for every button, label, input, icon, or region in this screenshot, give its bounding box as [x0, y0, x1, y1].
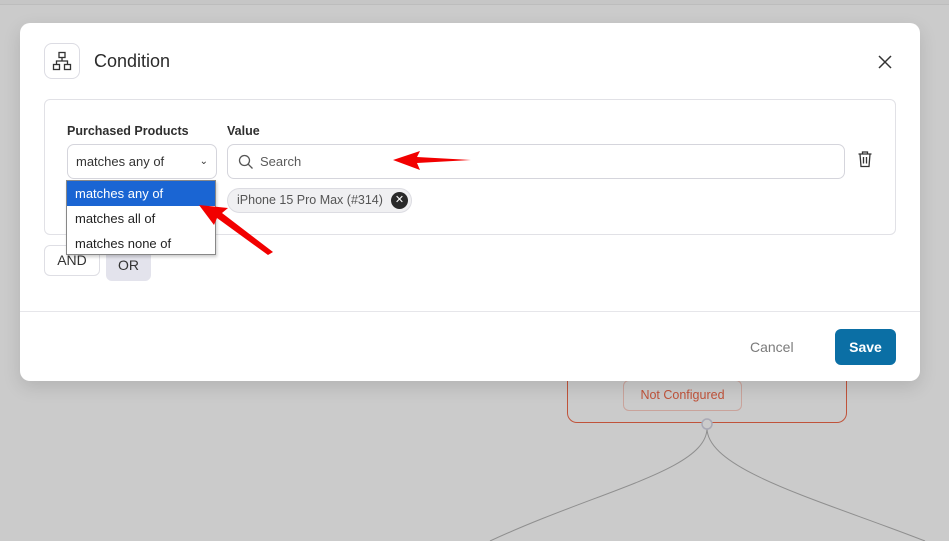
cancel-button[interactable]: Cancel: [750, 339, 794, 355]
chevron-down-icon: ⌄: [199, 156, 208, 167]
dropdown-option-matches-any-of[interactable]: matches any of: [67, 181, 215, 206]
modal-title: Condition: [94, 51, 171, 71]
delete-condition-button[interactable]: [857, 150, 873, 173]
save-button[interactable]: Save: [835, 329, 896, 365]
search-input[interactable]: [258, 145, 818, 178]
sitemap-icon: [52, 51, 72, 71]
search-icon: [238, 154, 253, 169]
dropdown-option-matches-all-of[interactable]: matches all of: [67, 206, 215, 231]
header-icon-box: [44, 43, 80, 79]
connector-left: [489, 427, 708, 541]
operator-label: Purchased Products: [67, 124, 189, 138]
connector-handle: [701, 418, 713, 430]
operator-select-value: matches any of: [76, 154, 165, 169]
trash-icon: [858, 151, 872, 168]
close-icon: [878, 55, 892, 69]
footer-divider: [20, 311, 920, 312]
close-button[interactable]: [874, 51, 896, 73]
remove-chip-icon[interactable]: ✕: [390, 192, 408, 209]
value-search: [227, 144, 845, 179]
operator-dropdown: matches any of matches all of matches no…: [66, 180, 216, 255]
chip-label: iPhone 15 Pro Max (#314): [237, 193, 383, 207]
selected-value-chip: iPhone 15 Pro Max (#314) ✕: [227, 188, 412, 213]
operator-select[interactable]: matches any of ⌄: [67, 144, 217, 179]
value-label: Value: [227, 124, 260, 138]
connector-right: [706, 427, 926, 541]
dropdown-option-matches-none-of[interactable]: matches none of: [67, 231, 215, 256]
